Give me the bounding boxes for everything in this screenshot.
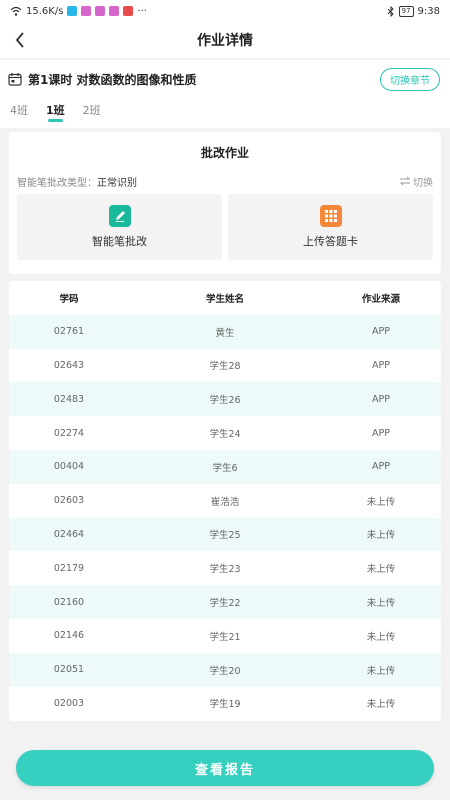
tab-class-2[interactable]: 2班	[83, 98, 101, 126]
student-name-cell: 黄生	[215, 327, 235, 339]
student-name-cell: 学生26	[209, 395, 241, 407]
student-name-cell: 学生28	[209, 361, 241, 373]
student-name-cell: 学生21	[209, 631, 241, 643]
table-body: 02761 黄生 APP 02643 学生28 APP 02483 学生26 APP 02274 学…	[9, 314, 441, 721]
student-id-cell: 02603	[53, 495, 85, 507]
student-id-cell: 02146	[53, 630, 85, 642]
class-tabs: 4班 1班 2班	[0, 98, 450, 128]
student-id-cell: 02643	[53, 359, 85, 371]
table-row[interactable]: 02051 学生20 未上传	[9, 652, 441, 687]
video-app-icon	[109, 6, 120, 16]
lesson-title: 第1课时 对数函数的图像和性质	[28, 72, 197, 87]
switch-label: 切换	[413, 177, 433, 189]
student-id-cell: 02179	[53, 562, 85, 574]
pen-icon	[108, 205, 131, 227]
grid-icon	[319, 205, 342, 227]
bluetooth-icon	[387, 5, 394, 17]
page-title: 作业详情	[197, 33, 253, 49]
column-header-id: 学码	[59, 293, 79, 305]
homework-source-cell: 未上传	[366, 699, 396, 711]
correct-options: 智能笔批改 上传答题卡	[17, 194, 433, 260]
tab-class-4[interactable]: 4班	[10, 98, 28, 126]
red-app-icon	[123, 6, 134, 16]
video-app-icon	[81, 6, 92, 16]
homework-source-cell: 未上传	[366, 564, 396, 576]
back-button[interactable]	[10, 30, 30, 50]
student-name-cell: 学生24	[209, 429, 241, 441]
smart-pen-correct-button[interactable]: 智能笔批改	[17, 194, 222, 260]
student-id-cell: 02160	[53, 596, 85, 608]
homework-source-cell: APP	[372, 427, 390, 439]
table-row[interactable]: 02146 学生21 未上传	[9, 619, 441, 653]
student-id-cell: 02274	[53, 427, 85, 439]
app-notification-icon	[67, 6, 78, 16]
wifi-icon	[10, 6, 22, 16]
clock: 9:38	[417, 5, 440, 17]
homework-source-cell: 未上传	[366, 496, 396, 508]
student-name-cell: 学生22	[209, 598, 241, 610]
homework-source-cell: 未上传	[366, 665, 396, 677]
homework-source-cell: APP	[372, 359, 390, 371]
swap-icon	[399, 176, 411, 186]
network-speed: 15.6K/s	[26, 5, 64, 17]
student-id-cell: 02003	[53, 697, 85, 709]
homework-source-cell: 未上传	[366, 530, 396, 542]
table-row[interactable]: 02483 学生26 APP	[9, 382, 441, 417]
student-id-cell: 02483	[53, 393, 85, 405]
upload-sheet-label: 上传答题卡	[303, 235, 358, 248]
calendar-icon	[8, 73, 22, 86]
table-row[interactable]: 02179 学生23 未上传	[9, 551, 441, 585]
card-title: 批改作业	[200, 146, 249, 160]
homework-source-cell: APP	[372, 326, 390, 338]
student-name-cell: 学生25	[209, 530, 241, 542]
navigation-bar: 作业详情	[0, 22, 450, 58]
table-row[interactable]: 02160 学生22 未上传	[9, 585, 441, 619]
status-right: 97 9:38	[387, 5, 440, 17]
status-bar: 15.6K/s ··· 97 9:38	[0, 0, 450, 22]
student-name-cell: 崔浩浩	[210, 496, 240, 508]
student-name-cell: 学生6	[212, 462, 238, 474]
pen-type-label: 智能笔批改类型：	[17, 177, 97, 189]
upload-answer-sheet-button[interactable]: 上传答题卡	[228, 194, 433, 260]
more-notifications: ···	[137, 5, 147, 17]
battery-icon: 97	[398, 5, 414, 17]
table-row[interactable]: 02003 学生19 未上传	[9, 687, 441, 721]
student-name-cell: 学生19	[209, 699, 241, 711]
homework-source-cell: 未上传	[366, 631, 396, 643]
correct-homework-card: 批改作业 智能笔批改类型：正常识别 切换 智能笔批改 上传答题卡	[9, 132, 441, 274]
table-row[interactable]: 02274 学生24 APP	[9, 416, 441, 450]
switch-type-button[interactable]: 切换	[399, 174, 433, 189]
chevron-left-icon	[15, 32, 24, 48]
tab-class-1[interactable]: 1班	[46, 98, 65, 126]
table-row[interactable]: 02643 学生28 APP	[9, 349, 441, 383]
table-header: 学码 学生姓名 作业来源	[9, 281, 441, 315]
pen-type-value: 正常识别	[97, 177, 137, 189]
column-header-source: 作业来源	[361, 293, 400, 305]
table-row[interactable]: 00404 学生6 APP	[9, 449, 441, 484]
student-table: 学码 学生姓名 作业来源 02761 黄生 APP 02643 学生28 APP 02483…	[9, 281, 441, 721]
video-app-icon	[95, 6, 106, 16]
student-name-cell: 学生20	[209, 665, 241, 677]
pen-type-row: 智能笔批改类型：正常识别 切换	[17, 170, 433, 192]
view-report-button[interactable]: 查看报告	[16, 750, 434, 786]
lesson-bar: 第1课时 对数函数的图像和性质 切换章节	[0, 60, 450, 98]
student-id-cell: 00404	[53, 461, 85, 473]
main-content: 批改作业 智能笔批改类型：正常识别 切换 智能笔批改 上传答题卡 学码 学生姓名…	[0, 128, 450, 721]
switch-chapter-button[interactable]: 切换章节	[380, 67, 440, 91]
student-id-cell: 02051	[53, 664, 85, 676]
pen-type: 智能笔批改类型：正常识别	[17, 174, 137, 189]
column-header-name: 学生姓名	[205, 293, 244, 305]
student-name-cell: 学生23	[209, 564, 241, 576]
homework-source-cell: APP	[372, 393, 390, 405]
table-row[interactable]: 02603 崔浩浩 未上传	[9, 484, 441, 518]
student-id-cell: 02464	[53, 528, 85, 540]
status-left: 15.6K/s ···	[10, 6, 147, 17]
table-row[interactable]: 02464 学生25 未上传	[9, 517, 441, 552]
homework-source-cell: 未上传	[366, 598, 396, 610]
bottom-bar: 查看报告	[0, 740, 450, 800]
table-row[interactable]: 02761 黄生 APP	[9, 314, 441, 349]
smart-pen-label: 智能笔批改	[92, 235, 147, 248]
student-id-cell: 02761	[53, 326, 85, 338]
homework-source-cell: APP	[372, 461, 390, 473]
